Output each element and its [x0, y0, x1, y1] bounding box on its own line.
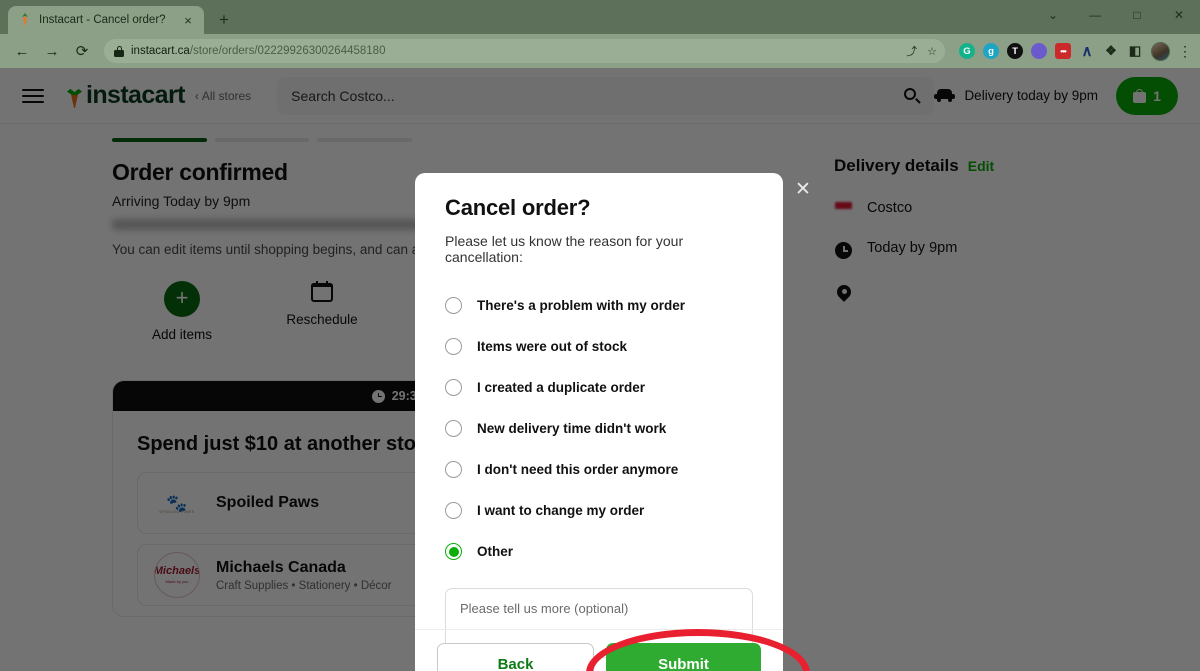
- instacart-carrot-favicon-icon: [18, 13, 32, 27]
- purple-extension-icon[interactable]: [1031, 43, 1047, 59]
- radio-icon[interactable]: [445, 502, 462, 519]
- radio-icon[interactable]: [445, 338, 462, 355]
- modal-footer: Back Submit: [415, 629, 783, 671]
- omnibox-actions: ⤴ ☆: [906, 43, 937, 59]
- screenshot-root: Instacart - Cancel order? × + ⌄ — □ ✕ ← …: [0, 0, 1200, 671]
- url-path: /store/orders/02229926300264458180: [189, 45, 386, 57]
- forward-icon[interactable]: →: [38, 37, 66, 65]
- radio-option-duplicate-order[interactable]: I created a duplicate order: [445, 367, 753, 408]
- radio-option-problem-with-order[interactable]: There's a problem with my order: [445, 285, 753, 326]
- lock-icon: [114, 45, 124, 57]
- puzzle-extensions-icon[interactable]: ❖: [1103, 43, 1119, 59]
- window-controls: ⌄ — □ ✕: [1032, 0, 1200, 30]
- radio-option-other[interactable]: Other: [445, 531, 753, 572]
- tab-title: Instacart - Cancel order?: [39, 14, 166, 26]
- radio-icon[interactable]: [445, 461, 462, 478]
- radio-option-delivery-time[interactable]: New delivery time didn't work: [445, 408, 753, 449]
- chevron-down-icon[interactable]: ⌄: [1032, 0, 1074, 30]
- radio-option-change-order[interactable]: I want to change my order: [445, 490, 753, 531]
- grammarly-alt-extension-icon[interactable]: g: [983, 43, 999, 59]
- radio-option-dont-need[interactable]: I don't need this order anymore: [445, 449, 753, 490]
- modal-body: Cancel order? Please let us know the rea…: [415, 173, 783, 658]
- option-label: I want to change my order: [477, 503, 645, 518]
- profile-avatar[interactable]: [1151, 41, 1170, 61]
- maximize-icon[interactable]: □: [1116, 0, 1158, 30]
- submit-button[interactable]: Submit: [606, 642, 761, 671]
- option-label: New delivery time didn't work: [477, 421, 667, 436]
- radio-icon-selected[interactable]: [445, 543, 462, 560]
- modal-title: Cancel order?: [445, 195, 591, 220]
- side-panel-icon[interactable]: ◧: [1127, 43, 1143, 59]
- url-domain: instacart.ca: [131, 45, 190, 57]
- red-extension-icon[interactable]: •••: [1055, 43, 1071, 59]
- back-button[interactable]: Back: [437, 642, 594, 671]
- back-icon[interactable]: ←: [8, 37, 36, 65]
- option-label: Items were out of stock: [477, 339, 628, 354]
- modal-subtitle: Please let us know the reason for your c…: [445, 233, 684, 265]
- browser-tab[interactable]: Instacart - Cancel order? ×: [8, 6, 204, 34]
- cancel-order-dialog: Cancel order? Please let us know the rea…: [415, 173, 783, 671]
- close-window-icon[interactable]: ✕: [1158, 0, 1200, 30]
- browser-tabstrip: Instacart - Cancel order? × + ⌄ — □ ✕: [0, 0, 1200, 34]
- browser-window: Instacart - Cancel order? × + ⌄ — □ ✕ ← …: [0, 0, 1200, 671]
- option-label: Other: [477, 544, 514, 559]
- extensions-row: G g T ••• ∧ ❖ ◧ ⋮: [953, 41, 1192, 61]
- radio-icon[interactable]: [445, 420, 462, 437]
- cancellation-reason-options: There's a problem with my order Items we…: [445, 285, 753, 572]
- new-tab-button[interactable]: +: [214, 9, 234, 29]
- share-icon[interactable]: ⤴: [906, 43, 917, 59]
- reload-icon[interactable]: ⟳: [68, 37, 96, 65]
- page-viewport: instacart ‹ All stores Search Costco... …: [0, 68, 1200, 671]
- grammarly-extension-icon[interactable]: G: [959, 43, 975, 59]
- textarea-placeholder: Please tell us more (optional): [460, 601, 629, 616]
- browser-menu-icon[interactable]: ⋮: [1178, 44, 1192, 58]
- close-icon[interactable]: ✕: [792, 178, 814, 200]
- browser-toolbar: ← → ⟳ instacart.ca/store/orders/02229926…: [0, 34, 1200, 68]
- option-label: I created a duplicate order: [477, 380, 646, 395]
- address-bar[interactable]: instacart.ca/store/orders/02229926300264…: [104, 39, 945, 63]
- t-extension-icon[interactable]: T: [1007, 43, 1023, 59]
- radio-option-out-of-stock[interactable]: Items were out of stock: [445, 326, 753, 367]
- radio-icon[interactable]: [445, 379, 462, 396]
- bookmark-star-icon[interactable]: ☆: [927, 45, 937, 58]
- address-bar-url: instacart.ca/store/orders/02229926300264…: [131, 45, 385, 57]
- tab-close-icon[interactable]: ×: [180, 12, 196, 28]
- radio-icon[interactable]: [445, 297, 462, 314]
- minimize-icon[interactable]: —: [1074, 0, 1116, 30]
- arc-extension-icon[interactable]: ∧: [1079, 43, 1095, 60]
- option-label: I don't need this order anymore: [477, 462, 679, 477]
- option-label: There's a problem with my order: [477, 298, 686, 313]
